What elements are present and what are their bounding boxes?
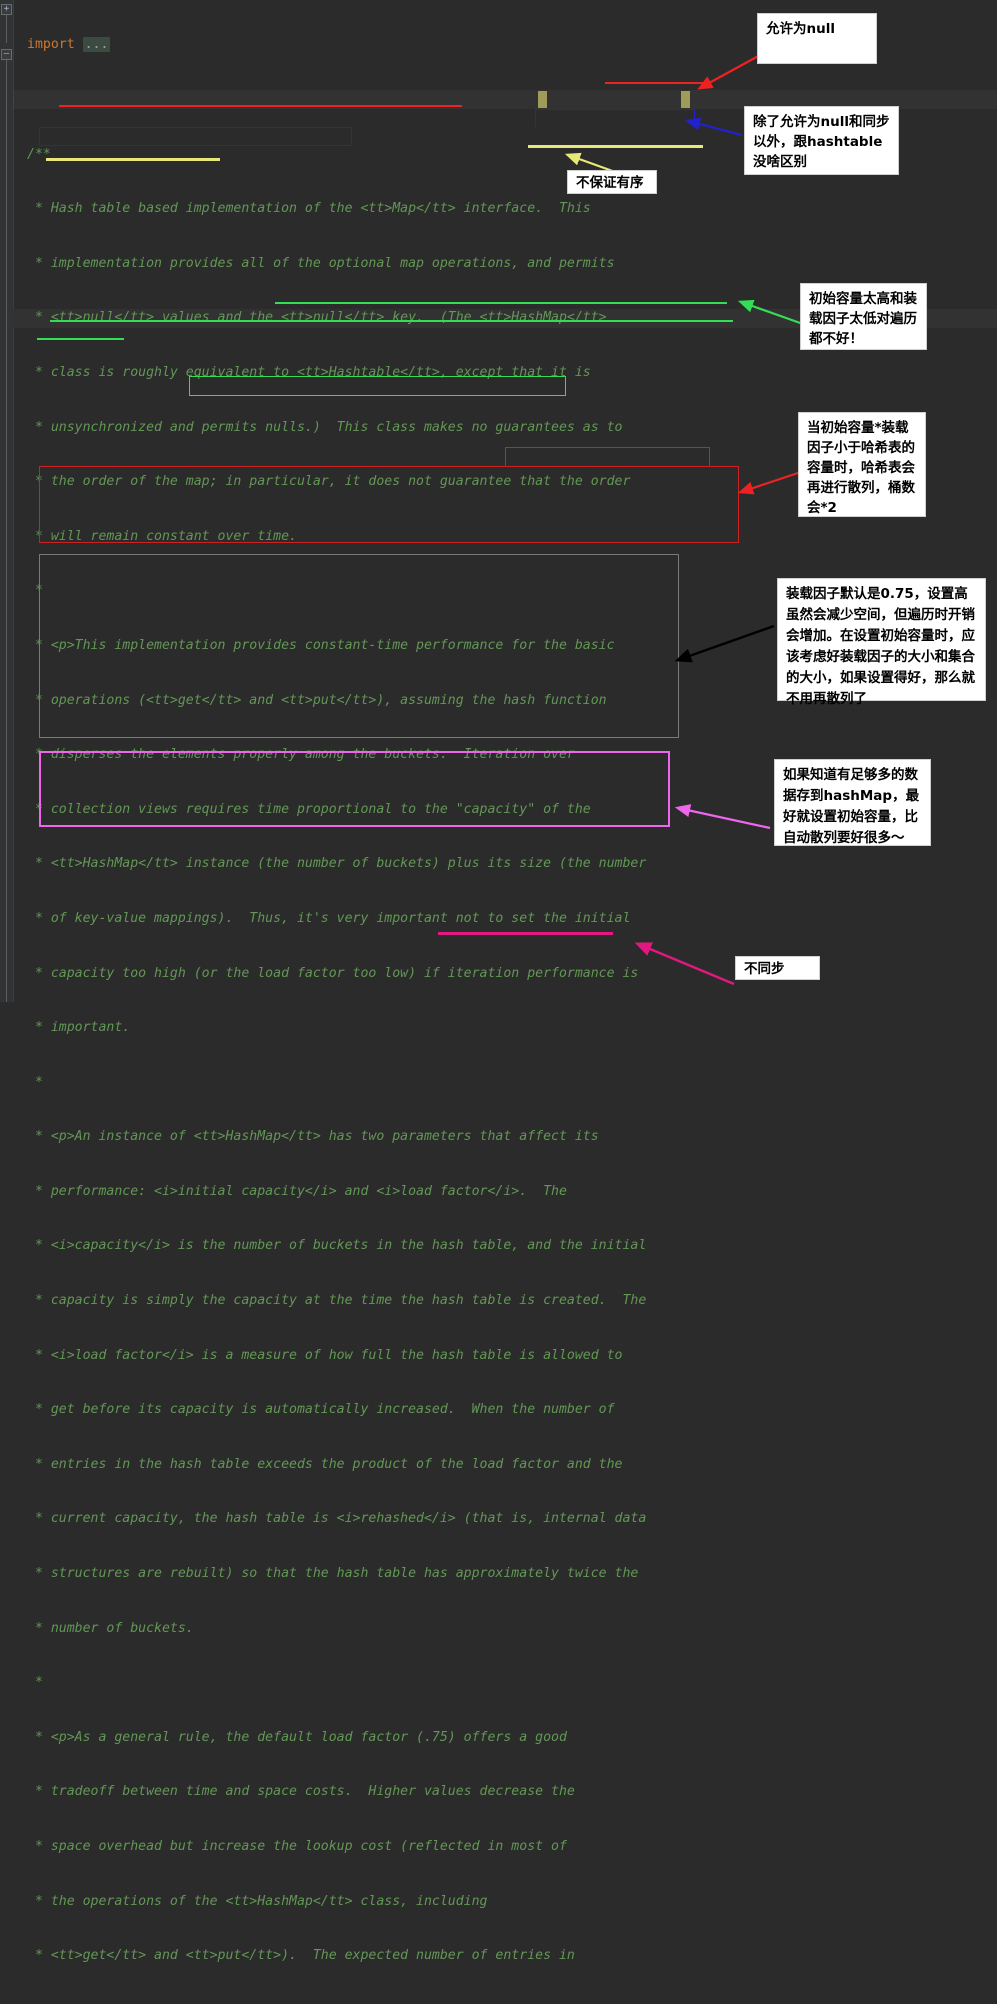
line-16[interactable]: * important. [13, 1019, 997, 1037]
line-20[interactable]: * <i>capacity</i> is the number of bucke… [13, 1237, 997, 1255]
line-3[interactable]: * <tt>null</tt> values and the <tt>null<… [13, 309, 997, 328]
line-9[interactable]: * <p>This implementation provides consta… [13, 637, 997, 655]
line-8[interactable]: * [13, 582, 997, 600]
line-13[interactable]: * <tt>HashMap</tt> instance (the number … [13, 855, 997, 873]
line-18[interactable]: * <p>An instance of <tt>HashMap</tt> has… [13, 1128, 997, 1146]
line-19[interactable]: * performance: <i>initial capacity</i> a… [13, 1183, 997, 1201]
bracket-match-open [538, 91, 547, 108]
code-lines[interactable]: import ... /** * Hash table based implem… [13, 0, 997, 2004]
editor-gutter[interactable]: + – [0, 0, 14, 1002]
line-0[interactable]: /** [13, 146, 997, 164]
fold-region-line-javadoc [6, 60, 7, 1002]
keyword-import: import [27, 37, 75, 53]
line-import[interactable]: import ... [13, 36, 997, 54]
line-17[interactable]: * [13, 1074, 997, 1092]
line-34[interactable]: * the map and its load factor should be … [13, 2002, 997, 2004]
line-33[interactable]: * <tt>get</tt> and <tt>put</tt>). The ex… [13, 1947, 997, 1965]
line-25[interactable]: * current capacity, the hash table is <i… [13, 1510, 997, 1528]
code-editor[interactable]: + – import ... /** * Hash table based im… [0, 0, 997, 2004]
line-30[interactable]: * tradeoff between time and space costs.… [13, 1783, 997, 1801]
line-31[interactable]: * space overhead but increase the lookup… [13, 1838, 997, 1856]
fold-marker-import[interactable]: + [1, 4, 12, 15]
line-29[interactable]: * <p>As a general rule, the default load… [13, 1729, 997, 1747]
line-21[interactable]: * capacity is simply the capacity at the… [13, 1292, 997, 1310]
line-15[interactable]: * capacity too high (or the load factor … [13, 965, 997, 983]
bracket-match-close [681, 91, 690, 108]
line-27[interactable]: * number of buckets. [13, 1620, 997, 1638]
line-24[interactable]: * entries in the hash table exceeds the … [13, 1456, 997, 1474]
line-14[interactable]: * of key-value mappings). Thus, it's ver… [13, 910, 997, 928]
line-1[interactable]: * Hash table based implementation of the… [13, 200, 997, 218]
line-4[interactable]: * class is roughly equivalent to <tt>Has… [13, 364, 997, 382]
line-7[interactable]: * will remain constant over time. [13, 528, 997, 546]
line-2[interactable]: * implementation provides all of the opt… [13, 255, 997, 273]
line-12[interactable]: * collection views requires time proport… [13, 801, 997, 819]
line-26[interactable]: * structures are rebuilt) so that the ha… [13, 1565, 997, 1583]
line-11[interactable]: * disperses the elements properly among … [13, 746, 997, 764]
fold-region-line-import [6, 15, 7, 43]
line-23[interactable]: * get before its capacity is automatical… [13, 1401, 997, 1419]
line-6[interactable]: * the order of the map; in particular, i… [13, 473, 997, 491]
line-5[interactable]: * unsynchronized and permits nulls.) Thi… [13, 419, 997, 437]
line-22[interactable]: * <i>load factor</i> is a measure of how… [13, 1347, 997, 1365]
line-32[interactable]: * the operations of the <tt>HashMap</tt>… [13, 1893, 997, 1911]
fold-placeholder[interactable]: ... [82, 37, 111, 53]
line-28[interactable]: * [13, 1674, 997, 1692]
line-blank-1 [13, 91, 997, 109]
fold-marker-javadoc[interactable]: – [1, 49, 12, 60]
line-10[interactable]: * operations (<tt>get</tt> and <tt>put</… [13, 692, 997, 710]
